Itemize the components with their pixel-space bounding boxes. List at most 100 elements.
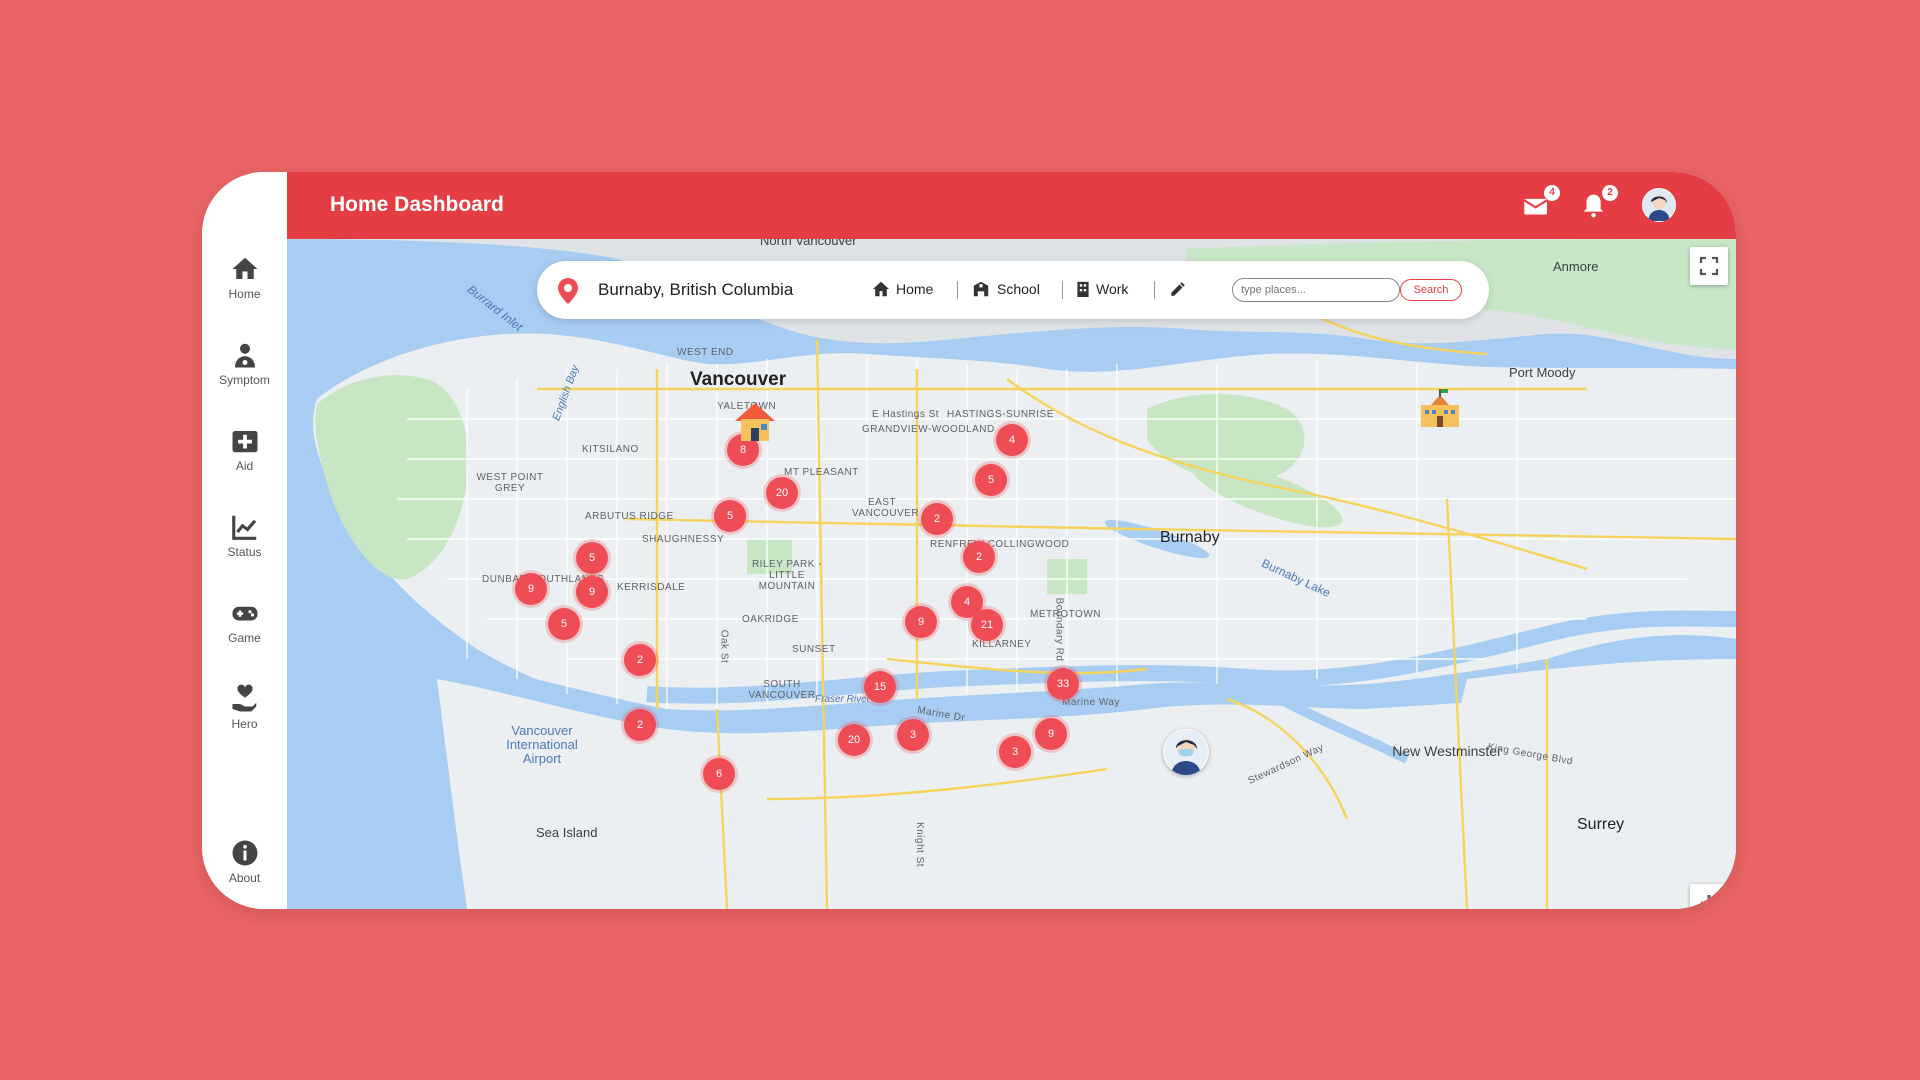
map-label: OAKRIDGE xyxy=(742,614,799,625)
separator xyxy=(1154,281,1155,299)
masked-person-icon xyxy=(1164,730,1208,775)
first-aid-icon xyxy=(232,431,257,453)
home-icon xyxy=(232,257,257,279)
building-icon xyxy=(1077,281,1089,297)
pencil-icon xyxy=(1171,282,1185,296)
separator xyxy=(1062,281,1063,299)
case-cluster-marker[interactable]: 3 xyxy=(897,719,929,751)
tab-work[interactable]: Work xyxy=(1076,281,1128,297)
case-cluster-marker[interactable]: 9 xyxy=(1035,718,1067,750)
sidebar-item-home[interactable]: Home xyxy=(202,254,287,301)
zoom-in-button[interactable] xyxy=(1690,884,1728,909)
sidebar-item-status[interactable]: Status xyxy=(202,512,287,559)
school-icon xyxy=(1421,389,1459,427)
app-window: Home Symptom Aid Status Game Hero About … xyxy=(202,172,1736,909)
map-label: SHAUGHNESSY xyxy=(642,534,725,545)
map-label: Vancouver International Airport xyxy=(506,723,578,766)
tab-label: Work xyxy=(1096,281,1129,297)
map-label: North Vancouver xyxy=(760,239,857,248)
map-label: GRANDVIEW-WOODLAND xyxy=(862,424,995,435)
map-label: Vancouver xyxy=(690,369,787,390)
map-label: RILEY PARK -LITTLE MOUNTAIN xyxy=(751,559,823,592)
case-cluster-marker[interactable]: 9 xyxy=(905,606,937,638)
map-label: Oak St xyxy=(718,629,730,664)
search-button[interactable]: Search xyxy=(1400,279,1462,301)
user-avatar-icon xyxy=(1643,189,1675,221)
avatar[interactable] xyxy=(1642,188,1676,222)
case-cluster-marker[interactable]: 2 xyxy=(921,503,953,535)
case-cluster-marker[interactable]: 2 xyxy=(963,541,995,573)
case-cluster-marker[interactable]: 6 xyxy=(703,758,735,790)
map-label: KERRISDALE xyxy=(617,582,686,593)
case-cluster-marker[interactable]: 5 xyxy=(548,608,580,640)
page-title: Home Dashboard xyxy=(330,193,504,216)
map-label: Port Moody xyxy=(1509,365,1576,380)
sidebar-item-label: Symptom xyxy=(219,373,270,387)
location-pin-icon xyxy=(558,278,578,304)
sidebar-item-symptom[interactable]: Symptom xyxy=(202,340,287,387)
sidebar-item-label: Home xyxy=(228,287,261,301)
case-cluster-marker[interactable]: 9 xyxy=(515,573,547,605)
sidebar-item-game[interactable]: Game xyxy=(202,598,287,645)
case-cluster-marker[interactable]: 2 xyxy=(624,709,656,741)
case-cluster-marker[interactable]: 2 xyxy=(624,644,656,676)
house-icon xyxy=(735,403,775,441)
gamepad-icon xyxy=(232,606,257,621)
sidebar-item-label: About xyxy=(228,871,261,885)
sidebar-item-aid[interactable]: Aid xyxy=(202,426,287,473)
map-label: Sea Island xyxy=(536,825,598,840)
fullscreen-icon xyxy=(1699,256,1719,276)
tab-home[interactable]: Home xyxy=(872,281,933,297)
top-header: Home Dashboard 4 2 xyxy=(287,172,1736,239)
current-location: Burnaby, British Columbia xyxy=(598,280,794,299)
map-label: KITSILANO xyxy=(582,444,639,455)
mail-button[interactable]: 4 xyxy=(1520,185,1560,223)
fullscreen-button[interactable] xyxy=(1690,247,1728,285)
notifications-button[interactable]: 2 xyxy=(1578,185,1618,223)
tab-school[interactable]: School xyxy=(971,281,1040,297)
sidebar-item-label: Game xyxy=(228,631,261,645)
user-location-marker[interactable] xyxy=(1163,729,1209,775)
case-cluster-marker[interactable]: 15 xyxy=(864,671,896,703)
map-label: Fraser River xyxy=(815,694,871,705)
map-label: MT PLEASANT xyxy=(784,467,859,478)
case-cluster-marker[interactable]: 3 xyxy=(999,736,1031,768)
map-label: ARBUTUS RIDGE xyxy=(585,511,674,522)
home-icon xyxy=(873,281,889,297)
plus-icon xyxy=(1701,895,1717,909)
sidebar-item-label: Hero xyxy=(231,717,258,731)
location-search-bar: Burnaby, British Columbia Home School Wo… xyxy=(537,261,1489,319)
map-label: WEST END xyxy=(677,347,734,358)
case-cluster-marker[interactable]: 9 xyxy=(576,576,608,608)
school-marker[interactable] xyxy=(1417,387,1463,433)
sidebar-item-about[interactable]: About xyxy=(202,838,287,885)
edit-button[interactable] xyxy=(1169,280,1187,301)
map-label: New Westminster xyxy=(1392,743,1502,759)
separator xyxy=(957,281,958,299)
mail-badge: 4 xyxy=(1544,185,1560,201)
tab-label: Home xyxy=(896,281,934,297)
case-cluster-marker[interactable]: 4 xyxy=(996,424,1028,456)
heart-hand-icon xyxy=(232,684,256,712)
map-label: KILLARNEY xyxy=(972,639,1032,650)
home-marker[interactable] xyxy=(729,397,781,449)
map-label: E Hastings St xyxy=(872,409,940,420)
sidebar-item-label: Status xyxy=(227,545,262,559)
sidebar-item-hero[interactable]: Hero xyxy=(202,684,287,731)
case-cluster-marker[interactable]: 20 xyxy=(766,477,798,509)
info-icon xyxy=(232,840,257,866)
case-cluster-marker[interactable]: 21 xyxy=(971,609,1003,641)
school-icon xyxy=(973,281,989,297)
map-label: SUNSET xyxy=(792,644,836,655)
place-search-input[interactable] xyxy=(1232,278,1400,302)
case-cluster-marker[interactable]: 5 xyxy=(975,464,1007,496)
case-cluster-marker[interactable]: 20 xyxy=(838,724,870,756)
chart-icon xyxy=(231,515,256,540)
map-label: Surrey xyxy=(1577,816,1625,833)
case-cluster-marker[interactable]: 5 xyxy=(576,542,608,574)
map-view[interactable]: North Vancouver Anmore Burrard Inlet Eng… xyxy=(287,239,1736,909)
tab-label: School xyxy=(997,281,1040,297)
map-label: WEST POINT GREY xyxy=(476,472,544,494)
case-cluster-marker[interactable]: 33 xyxy=(1047,668,1079,700)
case-cluster-marker[interactable]: 5 xyxy=(714,500,746,532)
